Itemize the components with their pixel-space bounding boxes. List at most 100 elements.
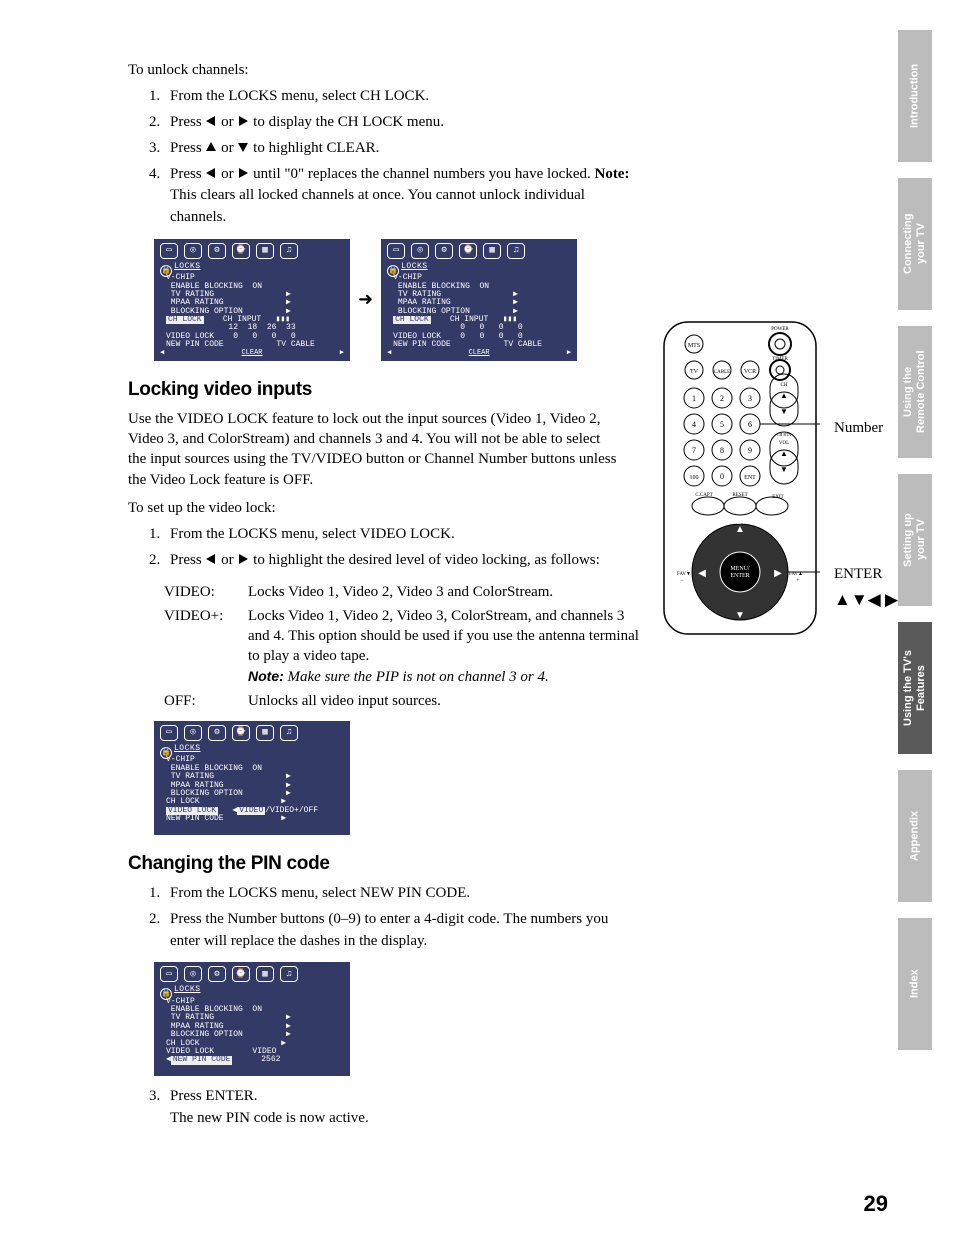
- triangle-left-icon: [205, 553, 217, 565]
- svg-text:CABLE: CABLE: [714, 370, 730, 375]
- svg-text:ENTER: ENTER: [730, 573, 749, 579]
- osd-icon: ▭: [160, 725, 178, 741]
- svg-text:CH: CH: [781, 383, 788, 388]
- pin-step-3: Press ENTER. The new PIN code is now act…: [164, 1086, 640, 1130]
- osd-icon: ⚙: [208, 243, 226, 259]
- svg-text:VCR: VCR: [744, 369, 756, 375]
- text: Press: [170, 166, 205, 182]
- osd-lines: V-CHIP ENABLE BLOCKING ON TV RATING ▶ MP…: [166, 998, 344, 1065]
- svg-text:ENT: ENT: [744, 475, 756, 481]
- osd-icon: ▦: [256, 966, 274, 982]
- def-off: OFF: Unlocks all video input sources.: [164, 691, 640, 711]
- remote-label-enter: ENTER: [834, 566, 882, 583]
- tab-remote-control: Using the Remote Control: [898, 326, 932, 458]
- def-label: OFF:: [164, 691, 248, 711]
- unlock-step-3: Press or to highlight CLEAR.: [164, 138, 640, 160]
- osd-screen-before: ▭◎⚙⌚▦♫ 🔒 LOCKS V-CHIP ENABLE BLOCKING ON…: [154, 239, 350, 361]
- svg-text:100: 100: [690, 475, 699, 481]
- arrow-right-icon: ➜: [358, 289, 373, 310]
- osd-icon: ▦: [256, 243, 274, 259]
- text: Press: [170, 140, 205, 156]
- osd-icon: ◎: [184, 725, 202, 741]
- svg-text:POWER: POWER: [771, 327, 789, 332]
- osd-icon: ▦: [256, 725, 274, 741]
- osd-title: LOCKS: [401, 263, 571, 271]
- osd-clear: CLEAR: [469, 350, 490, 357]
- text: to highlight CLEAR.: [249, 140, 379, 156]
- locking-step-1: From the LOCKS menu, select VIDEO LOCK.: [164, 524, 640, 546]
- pin-steps-cont: Press ENTER. The new PIN code is now act…: [164, 1086, 640, 1130]
- triangle-right-icon: [237, 167, 249, 179]
- svg-text:0: 0: [720, 472, 724, 481]
- text: Locks Video 1, Video 2, Video 3, ColorSt…: [248, 608, 639, 665]
- svg-text:MTS: MTS: [688, 343, 700, 349]
- triangle-right-icon: [237, 553, 249, 565]
- osd-icon: ⚙: [208, 725, 226, 741]
- tab-using-features: Using the TV's Features: [898, 622, 932, 754]
- svg-text:FAV▼: FAV▼: [677, 572, 691, 577]
- osd-icon-bar: ▭◎⚙⌚▦♫: [160, 966, 344, 982]
- osd-title: LOCKS: [174, 263, 344, 271]
- osd-title: LOCKS: [174, 745, 344, 753]
- text: to display the CH LOCK menu.: [249, 114, 444, 130]
- osd-icon-bar: ▭◎⚙⌚▦♫: [160, 243, 344, 259]
- svg-text:C.CAPT: C.CAPT: [695, 493, 712, 498]
- svg-text:MENU/: MENU/: [730, 566, 750, 572]
- lock-icon: 🔒: [160, 265, 172, 277]
- osd-screen-videolock: ▭◎⚙⌚▦♫ 🔒 LOCKS V-CHIP ENABLE BLOCKING ON…: [154, 721, 350, 835]
- osd-icon-bar: ▭◎⚙⌚▦♫: [160, 725, 344, 741]
- def-body: Locks Video 1, Video 2, Video 3, ColorSt…: [248, 606, 640, 687]
- tab-connecting: Connecting your TV: [898, 178, 932, 310]
- osd-icon: ▭: [160, 243, 178, 259]
- def-video-plus: VIDEO+: Locks Video 1, Video 2, Video 3,…: [164, 606, 640, 687]
- osd-icon: ♫: [280, 725, 298, 741]
- osd-icon: ◎: [184, 243, 202, 259]
- locking-p1: Use the VIDEO LOCK feature to lock out t…: [128, 409, 618, 490]
- osd-line-newpin: ◀NEW PIN CODE 2562: [166, 1056, 344, 1064]
- side-tab-nav: Introduction Connecting your TV Using th…: [898, 30, 932, 1050]
- note-label: Note:: [248, 668, 284, 684]
- svg-text:8: 8: [720, 446, 724, 455]
- def-label: VIDEO+:: [164, 606, 248, 687]
- svg-text:6: 6: [748, 420, 752, 429]
- locking-steps: From the LOCKS menu, select VIDEO LOCK. …: [164, 524, 640, 572]
- text: until "0" replaces the channel numbers y…: [249, 166, 594, 182]
- page-content: To unlock channels: From the LOCKS menu,…: [0, 0, 640, 1130]
- svg-text:CH RTN: CH RTN: [777, 432, 791, 437]
- svg-text:2: 2: [720, 394, 724, 403]
- triangle-down-icon: [237, 141, 249, 153]
- svg-text:▼: ▼: [780, 407, 788, 416]
- osd-icon: ⌚: [232, 966, 250, 982]
- lock-icon: 🔒: [387, 265, 399, 277]
- remote-diagram: MTS POWER TIMER TV CABLE VCR 1 2 3 4 5 6…: [660, 318, 900, 643]
- osd-icon: ◎: [184, 966, 202, 982]
- unlock-step-2: Press or to display the CH LOCK menu.: [164, 112, 640, 134]
- heading-locking-video: Locking video inputs: [128, 379, 640, 401]
- note-text: Make sure the PIP is not on channel 3 or…: [284, 669, 549, 685]
- tab-setting-up: Setting up your TV: [898, 474, 932, 606]
- osd-icon: ⚙: [435, 243, 453, 259]
- osd-pin: ▭◎⚙⌚▦♫ 🔒 LOCKS V-CHIP ENABLE BLOCKING ON…: [154, 962, 640, 1076]
- osd-icon: ♫: [280, 966, 298, 982]
- text: to highlight the desired level of video …: [249, 552, 599, 568]
- text: This clears all locked channels at once.…: [170, 187, 585, 225]
- svg-text:VOL: VOL: [779, 441, 789, 446]
- remote-label-arrows: ▲▼◀ ▶: [834, 590, 898, 610]
- def-body: Locks Video 1, Video 2, Video 3 and Colo…: [248, 582, 640, 602]
- svg-text:RESET: RESET: [732, 493, 747, 498]
- svg-text:ADV: ADV: [735, 521, 746, 526]
- page-number: 29: [864, 1191, 888, 1217]
- svg-text:FAV▲: FAV▲: [789, 572, 803, 577]
- osd-hl: NEW PIN CODE: [171, 1056, 233, 1064]
- osd-icon: ▦: [483, 243, 501, 259]
- svg-text:EXIT: EXIT: [772, 495, 783, 500]
- pin-step-1: From the LOCKS menu, select NEW PIN CODE…: [164, 883, 640, 905]
- osd-icon: ♫: [280, 243, 298, 259]
- triangle-up-icon: [205, 141, 217, 153]
- text: or: [217, 552, 237, 568]
- osd-lines: V-CHIP ENABLE BLOCKING ON TV RATING ▶ MP…: [166, 756, 344, 823]
- tab-appendix: Appendix: [898, 770, 932, 902]
- osd-lines: V-CHIP ENABLE BLOCKING ON TV RATING ▶ MP…: [393, 274, 571, 350]
- remote-svg: MTS POWER TIMER TV CABLE VCR 1 2 3 4 5 6…: [660, 318, 820, 638]
- osd-screen-after: ▭◎⚙⌚▦♫ 🔒 LOCKS V-CHIP ENABLE BLOCKING ON…: [381, 239, 577, 361]
